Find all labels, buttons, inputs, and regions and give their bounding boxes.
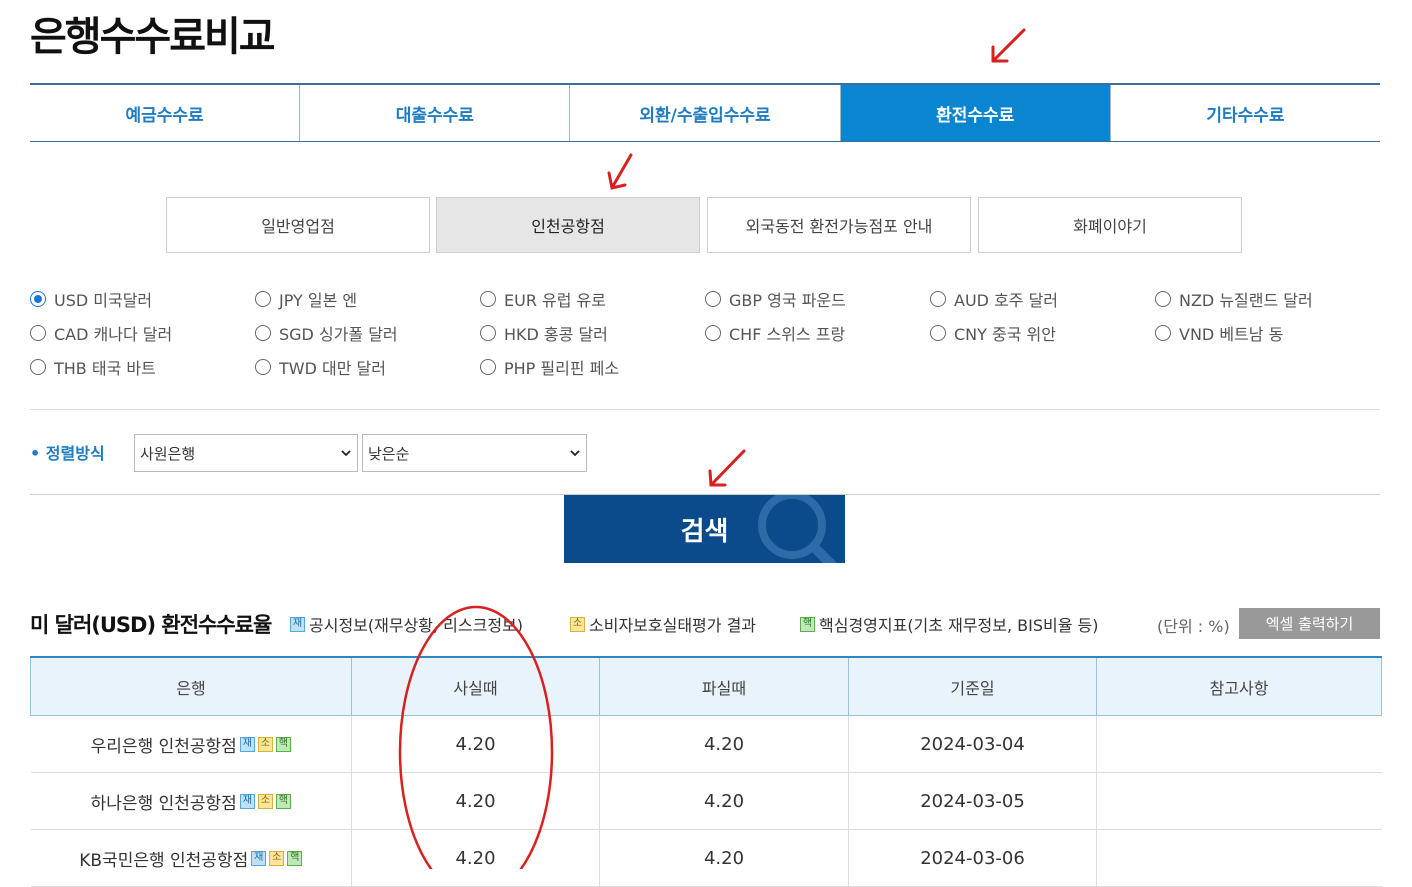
tab-forex-trade-fee[interactable]: 외환/수출입수수료 (570, 85, 841, 141)
base-date: 2024-03-04 (848, 715, 1097, 773)
currency-option-gbp[interactable]: GBP 영국 파운드 (705, 287, 846, 311)
header-sell: 파실때 (599, 656, 849, 716)
bank-name[interactable]: 하나은행 인천공항점 (91, 789, 237, 814)
legend-disclosure: 재 공시정보(재무상황, 리스크정보) (290, 612, 523, 636)
header-date: 기준일 (848, 656, 1097, 716)
sort-order-select[interactable]: 낮은순 (362, 434, 587, 472)
subtab-currency-story[interactable]: 화폐이야기 (978, 197, 1242, 253)
header-bank: 은행 (30, 656, 352, 716)
divider (30, 409, 1380, 410)
table-row: KB국민은행 인천공항점 재 소 핵 4.20 4.20 2024-03-06 (30, 829, 1382, 887)
chevron-down-icon (341, 450, 351, 457)
legend-key-metrics: 핵 핵심경영지표(기초 재무정보, BIS비율 등) (800, 612, 1098, 636)
radio-icon (255, 359, 271, 375)
table-row: 우리은행 인천공항점 재 소 핵 4.20 4.20 2024-03-04 (30, 715, 1382, 773)
radio-icon (705, 291, 721, 307)
radio-icon (30, 325, 46, 341)
radio-icon (1155, 291, 1171, 307)
currency-option-aud[interactable]: AUD 호주 달러 (930, 287, 1058, 311)
radio-icon (480, 325, 496, 341)
bank-name[interactable]: 우리은행 인천공항점 (91, 732, 237, 757)
tab-deposit-fee[interactable]: 예금수수료 (30, 85, 301, 141)
currency-option-hkd[interactable]: HKD 홍콩 달러 (480, 321, 608, 345)
bank-cell: KB국민은행 인천공항점 재 소 핵 (30, 829, 352, 887)
top-tabs: 예금수수료 대출수수료 외환/수출입수수료 환전수수료 기타수수료 (30, 83, 1380, 142)
subtab-foreign-coin-branches[interactable]: 외국동전 환전가능점포 안내 (707, 197, 971, 253)
table-row: 하나은행 인천공항점 재 소 핵 4.20 4.20 2024-03-05 (30, 772, 1382, 830)
radio-icon (705, 325, 721, 341)
disclosure-badge-icon[interactable]: 재 (239, 793, 255, 809)
red-arrow-icon (607, 153, 633, 190)
red-arrow-icon (708, 449, 746, 487)
tab-exchange-fee[interactable]: 환전수수료 (840, 85, 1111, 141)
radio-icon (30, 291, 46, 307)
consumer-badge-icon[interactable]: 소 (257, 793, 273, 809)
radio-icon (1155, 325, 1171, 341)
buy-rate: 4.20 (351, 829, 600, 887)
chevron-down-icon (570, 450, 580, 457)
unit-label: (단위 : %) (1157, 617, 1230, 636)
header-buy: 사실때 (351, 656, 600, 716)
consumer-badge-icon[interactable]: 소 (269, 850, 285, 866)
currency-option-php[interactable]: PHP 필리핀 페소 (480, 355, 619, 379)
sort-label: • 정렬방식 (30, 444, 105, 463)
radio-icon (255, 291, 271, 307)
bank-cell: 하나은행 인천공항점 재 소 핵 (30, 772, 352, 830)
base-date: 2024-03-05 (848, 772, 1097, 830)
disclosure-badge-icon: 재 (290, 616, 305, 632)
currency-option-twd[interactable]: TWD 대만 달러 (255, 355, 386, 379)
sell-rate: 4.20 (599, 772, 849, 830)
sell-rate: 4.20 (599, 829, 849, 887)
radio-icon (930, 291, 946, 307)
currency-option-chf[interactable]: CHF 스위스 프랑 (705, 321, 845, 345)
header-note: 참고사항 (1096, 656, 1382, 716)
tab-other-fee[interactable]: 기타수수료 (1111, 85, 1380, 141)
bank-name[interactable]: KB국민은행 인천공항점 (79, 846, 248, 871)
red-arrow-icon (991, 28, 1026, 63)
consumer-badge-icon: 소 (570, 616, 585, 632)
magnifier-icon (758, 495, 838, 563)
note-cell (1096, 829, 1382, 887)
metrics-badge-icon: 핵 (800, 616, 815, 632)
bank-cell: 우리은행 인천공항점 재 소 핵 (30, 715, 352, 773)
result-table: 은행 사실때 파실때 기준일 참고사항 우리은행 인천공항점 재 소 핵 4.20 4… (30, 656, 1382, 887)
currency-option-sgd[interactable]: SGD 싱가폴 달러 (255, 321, 398, 345)
radio-icon (255, 325, 271, 341)
radio-icon (480, 291, 496, 307)
search-button[interactable]: 검색 (564, 495, 845, 563)
currency-option-thb[interactable]: THB 태국 바트 (30, 355, 156, 379)
metrics-badge-icon[interactable]: 핵 (275, 793, 291, 809)
note-cell (1096, 772, 1382, 830)
page-title: 은행수수료비교 (30, 14, 276, 60)
currency-option-jpy[interactable]: JPY 일본 엔 (255, 287, 357, 311)
currency-option-vnd[interactable]: VND 베트남 동 (1155, 321, 1283, 345)
sell-rate: 4.20 (599, 715, 849, 773)
section-title: 미 달러(USD) 환전수수료율 (30, 613, 272, 637)
tab-loan-fee[interactable]: 대출수수료 (300, 85, 571, 141)
metrics-badge-icon[interactable]: 핵 (275, 736, 291, 752)
base-date: 2024-03-06 (848, 829, 1097, 887)
radio-icon (30, 359, 46, 375)
currency-option-cny[interactable]: CNY 중국 위안 (930, 321, 1056, 345)
legend-consumer-protection: 소 소비자보호실태평가 결과 (570, 612, 756, 636)
currency-option-usd[interactable]: USD 미국달러 (30, 287, 152, 311)
excel-export-button[interactable]: 엑셀 출력하기 (1239, 608, 1380, 639)
currency-option-eur[interactable]: EUR 유럽 유로 (480, 287, 606, 311)
sort-bank-select[interactable]: 사원은행 (134, 434, 358, 472)
subtab-general-branch[interactable]: 일반영업점 (166, 197, 430, 253)
subtab-incheon-airport[interactable]: 인천공항점 (436, 197, 700, 253)
buy-rate: 4.20 (351, 715, 600, 773)
radio-icon (480, 359, 496, 375)
disclosure-badge-icon[interactable]: 재 (239, 736, 255, 752)
metrics-badge-icon[interactable]: 핵 (287, 850, 303, 866)
currency-option-nzd[interactable]: NZD 뉴질랜드 달러 (1155, 287, 1313, 311)
buy-rate: 4.20 (351, 772, 600, 830)
consumer-badge-icon[interactable]: 소 (257, 736, 273, 752)
currency-option-cad[interactable]: CAD 캐나다 달러 (30, 321, 172, 345)
note-cell (1096, 715, 1382, 773)
table-header-row: 은행 사실때 파실때 기준일 참고사항 (30, 656, 1382, 716)
disclosure-badge-icon[interactable]: 재 (251, 850, 267, 866)
radio-icon (930, 325, 946, 341)
